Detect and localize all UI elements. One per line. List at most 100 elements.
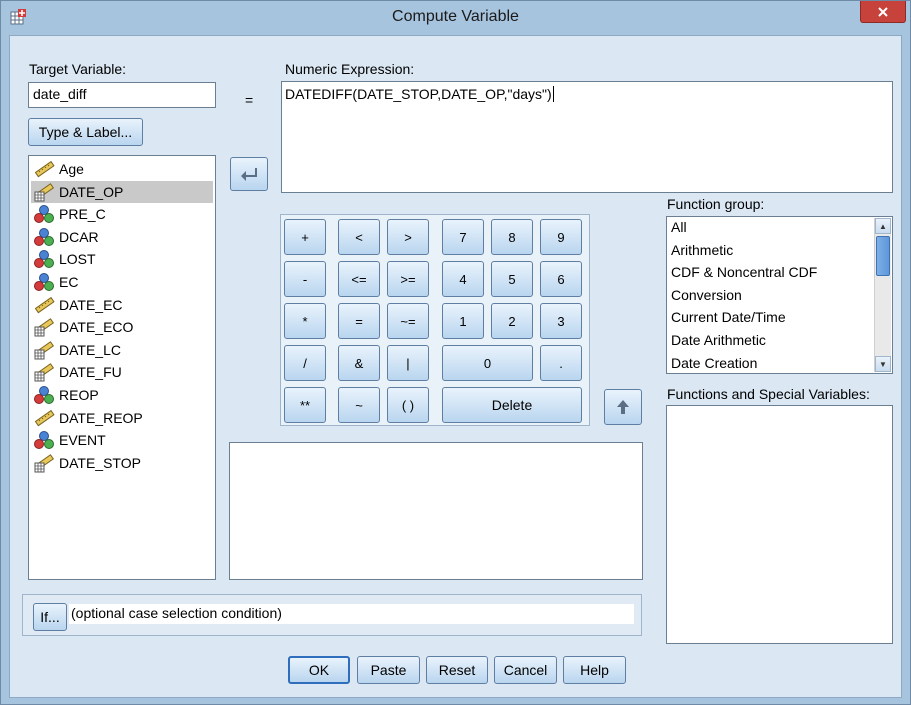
key-delete[interactable]: Delete bbox=[442, 387, 582, 423]
target-variable-label: Target Variable: bbox=[29, 61, 127, 77]
variable-name: DATE_ECO bbox=[59, 319, 134, 336]
scroll-down-icon[interactable]: ▼ bbox=[875, 356, 891, 372]
reset-button[interactable]: Reset bbox=[426, 656, 488, 684]
numeric-expression-input[interactable]: DATEDIFF(DATE_STOP,DATE_OP,"days") bbox=[281, 81, 893, 193]
nominal-icon bbox=[33, 204, 55, 224]
variable-item[interactable]: EVENT bbox=[31, 429, 213, 451]
move-up-button[interactable] bbox=[604, 389, 642, 425]
variable-item[interactable]: DATE_ECO bbox=[31, 316, 213, 338]
type-label-button[interactable]: Type & Label... bbox=[28, 118, 143, 146]
function-group-item[interactable]: Date Creation bbox=[671, 355, 757, 371]
functions-special-variables-list[interactable] bbox=[666, 405, 893, 644]
title-bar: Compute Variable bbox=[1, 1, 910, 35]
key-less-than[interactable]: < bbox=[338, 219, 380, 255]
variable-item[interactable]: REOP bbox=[31, 384, 213, 406]
date-scale-icon bbox=[33, 317, 55, 337]
paste-button[interactable]: Paste bbox=[357, 656, 420, 684]
function-group-item[interactable]: All bbox=[671, 219, 687, 235]
key-0[interactable]: 0 bbox=[442, 345, 533, 381]
variable-item[interactable]: PRE_C bbox=[31, 203, 213, 225]
key-7[interactable]: 7 bbox=[442, 219, 484, 255]
key-greater-than[interactable]: > bbox=[387, 219, 429, 255]
key-equal[interactable]: = bbox=[338, 303, 380, 339]
window-title: Compute Variable bbox=[392, 8, 519, 25]
function-group-item[interactable]: Arithmetic bbox=[671, 242, 733, 258]
ok-button[interactable]: OK bbox=[288, 656, 350, 684]
function-group-list[interactable]: Date Creation Date Arithmetic Current Date… bbox=[666, 216, 893, 374]
scroll-up-icon[interactable]: ▲ bbox=[875, 218, 891, 234]
nominal-icon bbox=[33, 272, 55, 292]
variable-item[interactable]: DCAR bbox=[31, 226, 213, 248]
key-greater-equal[interactable]: >= bbox=[387, 261, 429, 297]
nominal-icon bbox=[33, 430, 55, 450]
variable-item[interactable]: EC bbox=[31, 271, 213, 293]
nominal-icon bbox=[33, 385, 55, 405]
variable-item[interactable]: DATE_EC bbox=[31, 294, 213, 316]
variable-name: DATE_EC bbox=[59, 296, 123, 313]
variable-name: DCAR bbox=[59, 228, 99, 245]
variable-name: PRE_C bbox=[59, 206, 106, 223]
function-group-item[interactable]: Date Arithmetic bbox=[671, 332, 766, 348]
numeric-expression-label: Numeric Expression: bbox=[285, 61, 415, 77]
left-arrow-icon bbox=[241, 168, 257, 181]
key-decimal[interactable]: . bbox=[540, 345, 582, 381]
expression-text: DATEDIFF(DATE_STOP,DATE_OP,"days") bbox=[285, 86, 552, 102]
dialog-body: Target Variable: date_diff = Type & Labe… bbox=[9, 35, 902, 698]
key-2[interactable]: 2 bbox=[491, 303, 533, 339]
move-to-expression-button[interactable] bbox=[230, 157, 268, 191]
variable-item[interactable]: DATE_STOP bbox=[31, 452, 213, 474]
key-less-equal[interactable]: <= bbox=[338, 261, 380, 297]
key-5[interactable]: 5 bbox=[491, 261, 533, 297]
function-group-scrollbar[interactable]: ▲ ▼ bbox=[874, 218, 891, 372]
scale-ruler-icon bbox=[33, 295, 55, 315]
target-variable-input[interactable]: date_diff bbox=[28, 82, 216, 108]
date-scale-icon bbox=[33, 453, 55, 473]
variable-item[interactable]: DATE_LC bbox=[31, 339, 213, 361]
key-and[interactable]: & bbox=[338, 345, 380, 381]
key-multiply[interactable]: * bbox=[284, 303, 326, 339]
variable-name: EC bbox=[59, 274, 79, 290]
variable-name: DATE_OP bbox=[59, 183, 124, 200]
function-description-area bbox=[229, 442, 643, 580]
key-parentheses[interactable]: ( ) bbox=[387, 387, 429, 423]
function-group-item[interactable]: Current Date/Time bbox=[671, 309, 786, 325]
variable-name: EVENT bbox=[59, 432, 106, 449]
variable-item[interactable]: DATE_OP bbox=[31, 180, 213, 203]
variable-list[interactable]: Age DATE_OP PRE_C DCAR LOST EC DATE_EC DATE_ECO… bbox=[28, 155, 216, 580]
key-9[interactable]: 9 bbox=[540, 219, 582, 255]
variable-name: REOP bbox=[59, 387, 99, 403]
key-6[interactable]: 6 bbox=[540, 261, 582, 297]
key-3[interactable]: 3 bbox=[540, 303, 582, 339]
compute-variable-dialog: Compute Variable Target Variable: date_d… bbox=[0, 0, 911, 705]
scroll-thumb[interactable] bbox=[876, 236, 890, 276]
key-power[interactable]: ** bbox=[284, 387, 326, 423]
key-not[interactable]: ~ bbox=[338, 387, 380, 423]
variable-item[interactable]: DATE_FU bbox=[31, 361, 213, 383]
variable-item[interactable]: Age bbox=[31, 158, 213, 180]
function-group-item[interactable]: Conversion bbox=[671, 287, 742, 303]
key-or[interactable]: | bbox=[387, 345, 429, 381]
scale-ruler-icon bbox=[33, 408, 55, 428]
variable-name: DATE_LC bbox=[59, 341, 121, 358]
close-button[interactable] bbox=[860, 1, 906, 23]
if-button[interactable]: If... bbox=[33, 603, 67, 631]
variable-item[interactable]: LOST bbox=[31, 248, 213, 270]
date-scale-icon bbox=[33, 340, 55, 360]
key-not-equal[interactable]: ~= bbox=[387, 303, 429, 339]
variable-item[interactable]: DATE_REOP bbox=[31, 407, 213, 429]
variable-name: LOST bbox=[59, 251, 96, 268]
key-4[interactable]: 4 bbox=[442, 261, 484, 297]
help-button[interactable]: Help bbox=[563, 656, 626, 684]
key-1[interactable]: 1 bbox=[442, 303, 484, 339]
scale-ruler-icon bbox=[33, 159, 55, 179]
key-divide[interactable]: / bbox=[284, 345, 326, 381]
key-minus[interactable]: - bbox=[284, 261, 326, 297]
cancel-button[interactable]: Cancel bbox=[494, 656, 557, 684]
nominal-icon bbox=[33, 249, 55, 269]
if-condition-text: (optional case selection condition) bbox=[69, 604, 634, 624]
key-8[interactable]: 8 bbox=[491, 219, 533, 255]
case-selection-group: If... (optional case selection condition… bbox=[22, 594, 642, 636]
variable-name: DATE_STOP bbox=[59, 454, 141, 471]
function-group-item[interactable]: CDF & Noncentral CDF bbox=[671, 264, 817, 280]
key-plus[interactable]: + bbox=[284, 219, 326, 255]
